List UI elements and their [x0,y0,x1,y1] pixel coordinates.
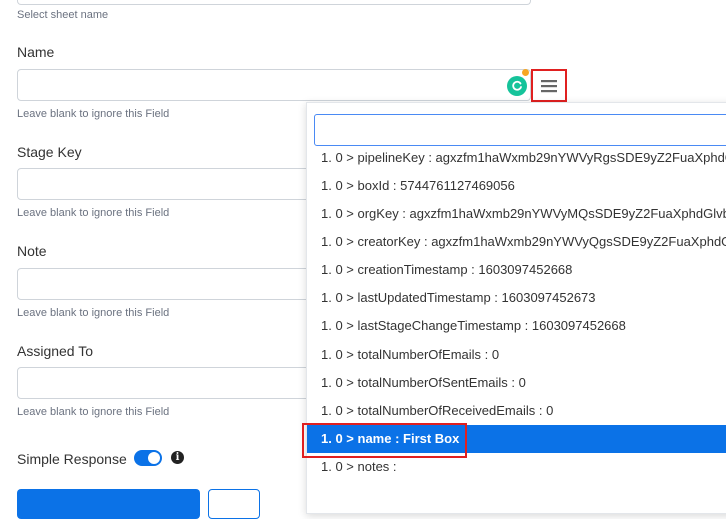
grammarly-icon[interactable] [507,76,527,96]
dropdown-item[interactable]: 1. 0 > lastStageChangeTimestamp : 160309… [307,312,726,340]
dropdown-item[interactable]: 1. 0 > notes : [307,453,726,481]
sheet-hint: Select sheet name [17,9,109,21]
grammarly-badge-dot [522,69,529,76]
stage-key-hint: Leave blank to ignore this Field [17,207,170,219]
hamburger-icon [541,79,557,92]
secondary-action-button[interactable] [208,489,260,519]
dropdown-item[interactable]: 1. 0 > creationTimestamp : 1603097452668 [307,256,726,284]
field-picker-menu-button[interactable] [531,69,567,102]
dropdown-item[interactable]: 1. 0 > orgKey : agxzfm1haWxmb29nYWVyMQsS… [307,200,726,228]
info-icon[interactable]: i [171,451,184,464]
dropdown-item[interactable]: 1. 0 > lastUpdatedTimestamp : 1603097452… [307,284,726,312]
assigned-to-hint: Leave blank to ignore this Field [17,406,170,418]
dropdown-item[interactable]: 1. 0 > totalNumberOfEmails : 0 [307,341,726,369]
dropdown-item[interactable]: 1. 0 > name : First Box [307,425,726,453]
note-label: Note [17,243,47,259]
simple-response-label: Simple Response [17,451,127,467]
dropdown-search-input[interactable] [314,114,726,146]
note-hint: Leave blank to ignore this Field [17,307,170,319]
name-label: Name [17,44,55,60]
simple-response-toggle[interactable] [134,450,162,466]
name-hint: Leave blank to ignore this Field [17,108,170,120]
primary-action-button[interactable] [17,489,200,519]
toggle-knob [148,452,160,464]
assigned-to-label: Assigned To [17,343,94,359]
dropdown-item[interactable]: 1. 0 > totalNumberOfReceivedEmails : 0 [307,397,726,425]
dropdown-item[interactable]: 1. 0 > pipelineKey : agxzfm1haWxmb29nYWV… [307,144,726,172]
sheet-select[interactable] [17,0,531,5]
dropdown-item[interactable]: 1. 0 > boxId : 5744761127469056 [307,172,726,200]
dropdown-item[interactable]: 1. 0 > totalNumberOfSentEmails : 0 [307,369,726,397]
dropdown-item[interactable]: 1. 0 > creatorKey : agxzfm1haWxmb29nYWVy… [307,228,726,256]
stage-key-label: Stage Key [17,144,82,160]
name-field[interactable] [17,69,531,101]
